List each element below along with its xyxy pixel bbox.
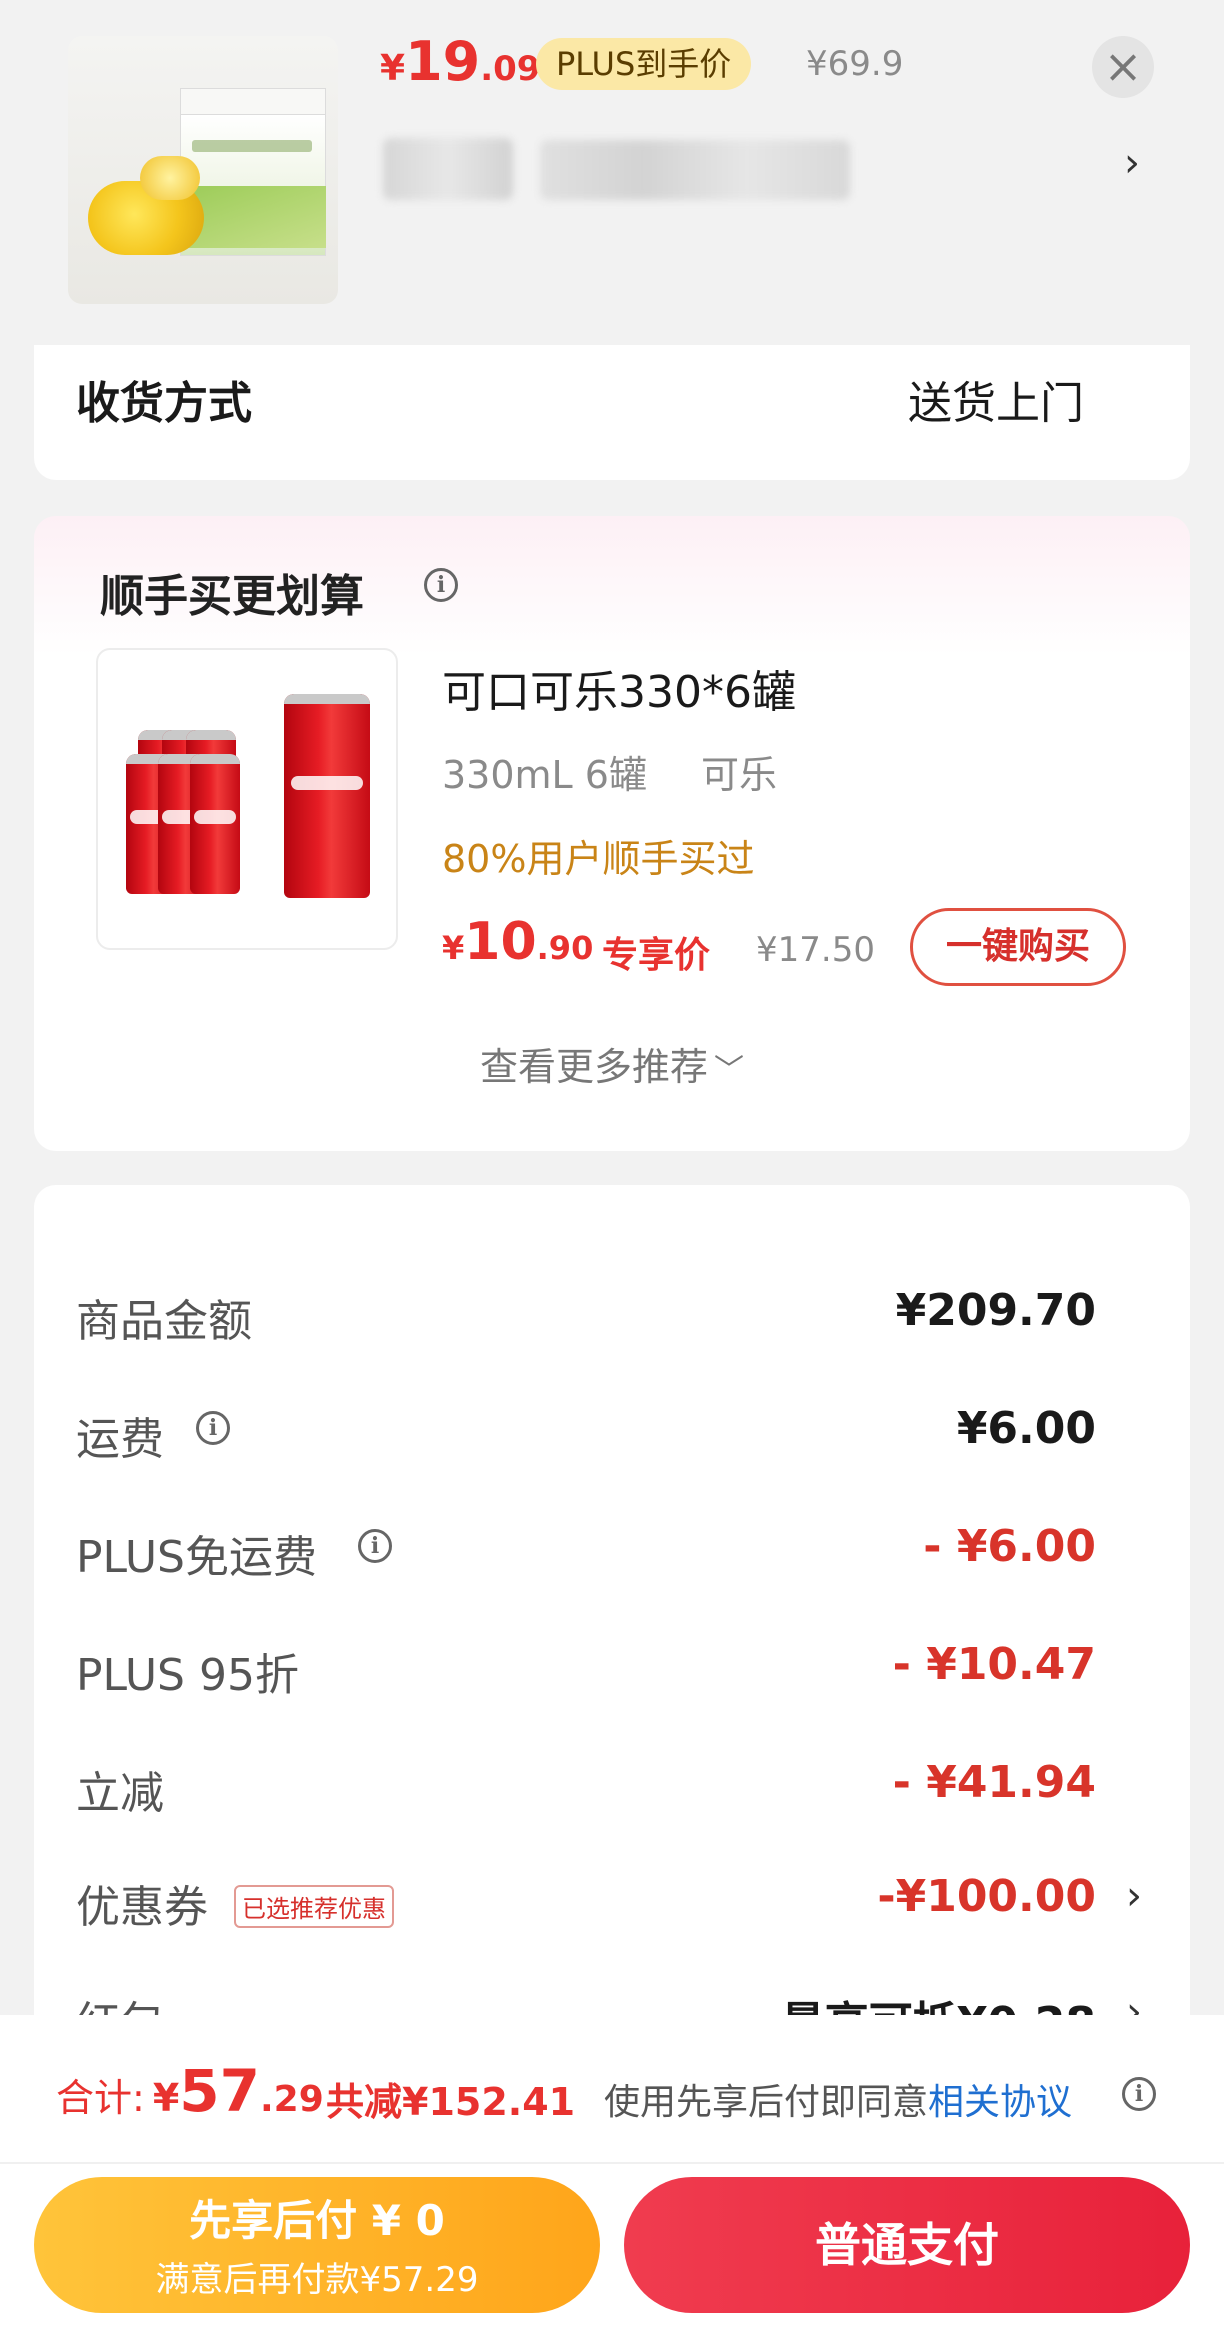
chevron-right-icon: › xyxy=(1126,1873,1142,1919)
more-recommendations-link[interactable]: 查看更多推荐 ﹀ xyxy=(34,1036,1190,1091)
price-currency: ¥ xyxy=(152,2076,180,2120)
divider xyxy=(0,2162,1224,2164)
total-savings: 共减¥152.41 xyxy=(326,2080,576,2124)
breakdown-row-instant-discount: 立减 - ¥41.94 xyxy=(34,1743,1190,1823)
price-currency: ¥ xyxy=(380,48,406,89)
original-price: ¥17.50 xyxy=(756,930,875,970)
gift-box-label xyxy=(192,140,312,152)
blurred-product-title xyxy=(540,140,850,200)
row-label: 商品金额 xyxy=(76,1296,252,1347)
product-spec: 330mL 6罐 可乐 xyxy=(442,744,777,799)
row-value: - ¥10.47 xyxy=(892,1639,1096,1690)
price-integer: 19 xyxy=(405,30,481,93)
blurred-product-title xyxy=(383,138,513,200)
price-integer: 57 xyxy=(179,2057,260,2125)
top-product-summary: ¥19.09 PLUS到手价 ¥69.9 × › xyxy=(0,0,1224,345)
close-icon[interactable]: × xyxy=(1092,36,1154,98)
delivery-method-row[interactable]: 收货方式 送货上门 xyxy=(34,345,1190,480)
row-value: - ¥6.00 xyxy=(923,1521,1096,1572)
total-label: 合计: xyxy=(56,2076,145,2120)
row-label: PLUS免运费 xyxy=(76,1532,317,1583)
product-thumbnail[interactable] xyxy=(68,36,338,304)
chevron-down-icon: ﹀ xyxy=(714,1053,744,1088)
original-price: ¥69.9 xyxy=(806,44,904,84)
exclusive-price-label: 专享价 xyxy=(602,935,711,976)
agreement-text: 使用先享后付即同意相关协议 xyxy=(604,2073,1072,2125)
price-decimal: .09 xyxy=(480,49,541,89)
info-icon[interactable]: i xyxy=(1122,2077,1156,2111)
recommendation-card: 顺手买更划算 i 可口可乐330*6罐 330mL 6罐 可乐 80%用户顺手买过… xyxy=(34,516,1190,1151)
info-icon[interactable]: i xyxy=(358,1529,392,1563)
row-value: -¥100.00 xyxy=(877,1871,1096,1922)
coupon-selected-badge: 已选推荐优惠 xyxy=(234,1885,394,1928)
agreement-prefix: 使用先享后付即同意 xyxy=(604,2082,929,2123)
row-label: 立减 xyxy=(76,1768,164,1819)
recommended-product-name[interactable]: 可口可乐330*6罐 xyxy=(442,656,796,720)
checkout-footer: 合计: ¥57.29 共减¥152.41 使用先享后付即同意相关协议 i 先享后付… xyxy=(0,2015,1224,2326)
breakdown-row-shipping: 运费 i ¥6.00 xyxy=(34,1389,1190,1469)
spec-volume: 330mL 6罐 xyxy=(442,753,647,797)
delivery-label: 收货方式 xyxy=(76,378,252,429)
order-total: 合计: ¥57.29 xyxy=(56,2057,324,2125)
normal-pay-button[interactable]: 普通支付 xyxy=(624,2177,1190,2313)
info-icon[interactable]: i xyxy=(196,1411,230,1445)
agreement-link[interactable]: 相关协议 xyxy=(928,2082,1072,2123)
pay-later-button[interactable]: 先享后付 ¥ 0 满意后再付款¥57.29 xyxy=(34,2177,600,2313)
price-decimal: .29 xyxy=(259,2079,324,2120)
pay-later-subtitle: 满意后再付款¥57.29 xyxy=(155,2260,479,2300)
row-label: 优惠券 xyxy=(76,1882,208,1933)
can-image xyxy=(190,754,240,894)
more-recommendations-label: 查看更多推荐 xyxy=(479,1045,708,1089)
recommendation-title: 顺手买更划算 xyxy=(100,571,364,622)
row-label: 运费 xyxy=(76,1414,164,1465)
row-value: ¥209.70 xyxy=(895,1285,1096,1336)
breakdown-row-coupon[interactable]: 优惠券 已选推荐优惠 -¥100.00 › xyxy=(34,1857,1190,1937)
breakdown-row-plus-discount: PLUS 95折 - ¥10.47 xyxy=(34,1625,1190,1705)
product-price: ¥19.09 xyxy=(380,30,540,93)
price-integer: 10 xyxy=(464,912,537,972)
breakdown-row-plus-free-shipping: PLUS免运费 i - ¥6.00 xyxy=(34,1507,1190,1587)
recommended-price: ¥10.90 xyxy=(442,912,593,972)
info-icon[interactable]: i xyxy=(424,568,458,602)
price-currency: ¥ xyxy=(442,929,465,967)
breakdown-row-subtotal: 商品金额 ¥209.70 xyxy=(34,1271,1190,1351)
price-decimal: .90 xyxy=(536,929,594,967)
row-value: ¥6.00 xyxy=(956,1403,1096,1454)
coke-product-image[interactable] xyxy=(96,648,398,950)
corn-image xyxy=(140,156,200,200)
pay-later-title: 先享后付 ¥ 0 xyxy=(189,2196,445,2245)
social-proof-text: 80%用户顺手买过 xyxy=(442,837,755,881)
spec-flavor: 可乐 xyxy=(700,753,777,797)
one-click-buy-button[interactable]: 一键购买 xyxy=(910,908,1126,986)
row-label: PLUS 95折 xyxy=(76,1650,299,1701)
chevron-right-icon[interactable]: › xyxy=(1124,140,1140,186)
price-breakdown-card: 商品金额 ¥209.70 运费 i ¥6.00 PLUS免运费 i - ¥6.0… xyxy=(34,1185,1190,2049)
delivery-value: 送货上门 xyxy=(908,378,1084,429)
row-value: - ¥41.94 xyxy=(892,1757,1096,1808)
can-image xyxy=(284,694,370,898)
plus-price-badge: PLUS到手价 xyxy=(536,38,752,90)
